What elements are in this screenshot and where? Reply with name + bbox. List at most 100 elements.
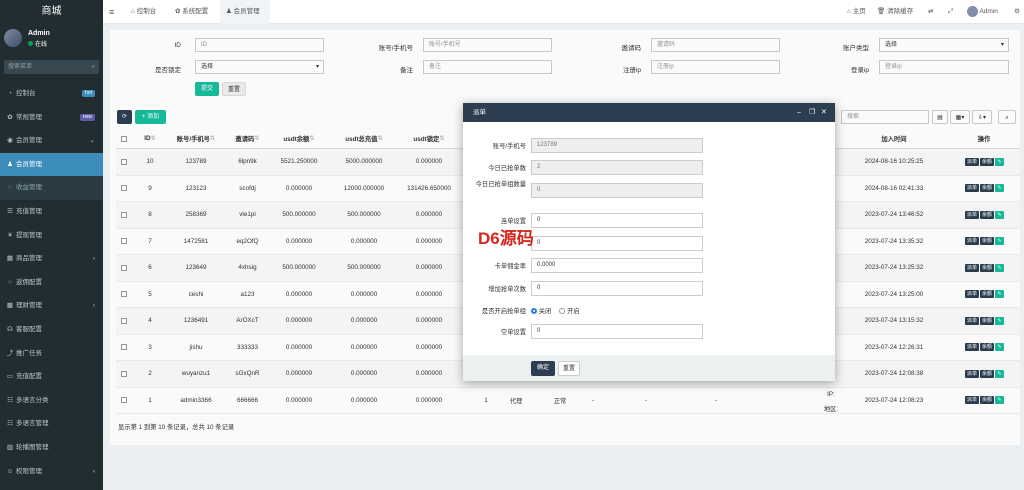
user-menu[interactable]: Admin	[967, 0, 998, 24]
modal-title: 派单	[473, 109, 486, 116]
radio-off-option[interactable]: 关闭	[531, 308, 551, 315]
circle-icon: ○	[8, 184, 12, 192]
user-icon: ♟	[226, 8, 234, 15]
th-icon: ▩	[6, 302, 14, 310]
sidebar-item-label: 多语言管理	[16, 420, 49, 428]
sidebar-item-label: 控制台	[16, 90, 36, 97]
search-icon[interactable]: ⌕	[92, 60, 95, 74]
circle-icon: ○	[8, 278, 12, 286]
chevron-icon: ‹	[92, 255, 95, 263]
minimize-icon[interactable]: –	[797, 103, 801, 122]
sidebar-item-label: 轮播图管理	[16, 443, 49, 451]
radio-label: 开启	[567, 308, 580, 315]
sidebar-item-label: 多语言分类	[16, 396, 49, 404]
modal-field-label: 今日已抢单组数量	[475, 181, 526, 188]
user-panel: Admin 在线	[0, 24, 103, 56]
home-link[interactable]: ⌂ 主页	[847, 0, 866, 24]
group-icon: ☺	[6, 467, 14, 475]
trash-icon: 🗑	[877, 8, 888, 15]
settings-icon[interactable]: ⚙	[1014, 0, 1020, 24]
sidebar-item[interactable]: ⤴ 推广任务	[0, 342, 103, 366]
tab-system-config[interactable]: ✿ 系统配置	[175, 0, 208, 24]
chevron-icon: ‹	[92, 302, 95, 310]
translate-icon[interactable]: ⇄	[928, 0, 933, 24]
modal-field-label: 空单设置	[500, 329, 526, 336]
modal-field-label: 增加抢单次数	[488, 286, 526, 293]
modal-field-input[interactable]: 0	[531, 324, 703, 339]
modal-field-label: 卡单佣金率	[494, 263, 526, 270]
online-dot-icon	[28, 41, 33, 46]
sidebar-item-label: 收益管理	[16, 184, 42, 192]
sidebar-item-label: 客服配置	[16, 325, 42, 333]
modal-field-input[interactable]: 0	[531, 213, 703, 228]
chevron-icon: ⌄	[89, 137, 95, 145]
sidebar-item[interactable]: ☷ 多语言分类	[0, 389, 103, 413]
modal-header: 派单 – ❐ ✕	[463, 103, 835, 122]
modal-field-input[interactable]: 0	[531, 281, 703, 296]
sidebar-item[interactable]: ♟ 会员管理	[0, 152, 103, 177]
menu-toggle-icon[interactable]: ≡	[109, 0, 114, 24]
list-icon: ☰	[7, 207, 13, 215]
sidebar-item[interactable]: ▭ 充值配置	[0, 365, 103, 389]
sidebar-item[interactable]: ◉ 会员管理 ⌄	[0, 129, 103, 153]
sidebar: 商城 Admin 在线 搜索菜单 ⌕ ◔ 控制台 hot ✿ 常规管理 new ◉ 会员管理 ⌄ ♟…	[0, 0, 103, 490]
radio-label: 关闭	[538, 308, 552, 315]
menu-badge: new	[79, 113, 95, 121]
sidebar-item-label: 充值配置	[16, 373, 42, 381]
sidebar-item[interactable]: ✿ 常规管理 new	[0, 106, 103, 130]
sidebar-item-label: 充值管理	[16, 207, 42, 215]
brand-title: 商城	[0, 0, 103, 24]
sidebar-item[interactable]: ▨ 轮播图管理	[0, 436, 103, 460]
avatar	[967, 5, 978, 17]
sidebar-item[interactable]: ◔ 控制台 hot	[0, 82, 103, 106]
top-navbar: ≡ ⌂ 控制台 ✿ 系统配置 ♟ 会员管理 ⌂ 主页 🗑 清除缓存 ⇄ ⤢ Ad…	[103, 0, 1024, 24]
modal-field-input: 2	[531, 160, 703, 175]
fullscreen-icon[interactable]: ⤢	[948, 0, 953, 24]
dashboard-icon: ◔	[8, 90, 12, 97]
modal-field-input: 0	[531, 183, 703, 198]
maximize-icon[interactable]: ❐	[809, 103, 815, 122]
sidebar-item-label: 常规管理	[16, 113, 42, 121]
clear-cache-button[interactable]: 🗑 清除缓存	[877, 0, 913, 24]
tab-member[interactable]: ♟ 会员管理	[220, 0, 270, 24]
sidebar-item[interactable]: ¥ 提现管理	[0, 224, 103, 248]
menu-badge: hot	[82, 90, 95, 97]
sidebar-item[interactable]: ☷ 多语言管理	[0, 412, 103, 436]
chevron-icon: ‹	[92, 467, 95, 475]
sidebar-item[interactable]: ○ 返佣配置	[0, 271, 103, 295]
table-icon: ▦	[6, 255, 14, 263]
modal-field-input: 123789	[531, 138, 703, 153]
sidebar-item-label: 会员管理	[16, 160, 42, 168]
modal-field-label: 账号/手机号	[492, 143, 526, 150]
sidebar-item[interactable]: ☰ 充值管理	[0, 200, 103, 224]
sidebar-item-label: 返佣配置	[16, 278, 42, 286]
sidebar-item-label: 会员管理	[16, 137, 42, 145]
avatar	[4, 29, 22, 47]
watermark: D6源码	[478, 229, 534, 248]
modal-reset-button[interactable]: 重置	[558, 361, 580, 376]
sidebar-item[interactable]: ○ 收益管理	[0, 176, 103, 200]
sidebar-item-label: 提现管理	[16, 231, 42, 239]
share-icon: ⤴	[6, 349, 14, 357]
sidebar-menu: ◔ 控制台 hot ✿ 常规管理 new ◉ 会员管理 ⌄ ♟ 会员管理 ○ 收益管理 ☰ 充值管理 ¥ 提现管…	[0, 82, 103, 483]
close-icon[interactable]: ✕	[821, 103, 827, 122]
sidebar-item[interactable]: ☺ 权限管理 ‹	[0, 460, 103, 484]
card-icon: ▭	[6, 373, 14, 381]
language-icon: ☷	[7, 396, 13, 404]
user-status: 在线	[28, 39, 103, 48]
modal-field-input[interactable]: 0.0000	[531, 258, 703, 273]
sidebar-item-label: 商品管理	[16, 255, 42, 263]
tab-dashboard[interactable]: ⌂ 控制台	[131, 0, 156, 24]
cog-icon: ✿	[7, 113, 13, 121]
sidebar-item[interactable]: ☊ 客服配置	[0, 318, 103, 342]
modal-field-input[interactable]: 0	[531, 236, 703, 251]
sidebar-item[interactable]: ▩ 理财管理 ‹	[0, 294, 103, 318]
menu-search-input[interactable]: 搜索菜单 ⌕	[4, 60, 99, 74]
radio-on-option[interactable]: 开启	[559, 308, 580, 315]
sidebar-item[interactable]: ▦ 商品管理 ‹	[0, 247, 103, 271]
language-icon: ☷	[7, 420, 13, 428]
sidebar-item-label: 推广任务	[16, 349, 42, 357]
confirm-button[interactable]: 确定	[531, 361, 555, 376]
user-circle-icon: ◉	[7, 137, 13, 145]
sidebar-item-label: 权限管理	[16, 467, 42, 475]
